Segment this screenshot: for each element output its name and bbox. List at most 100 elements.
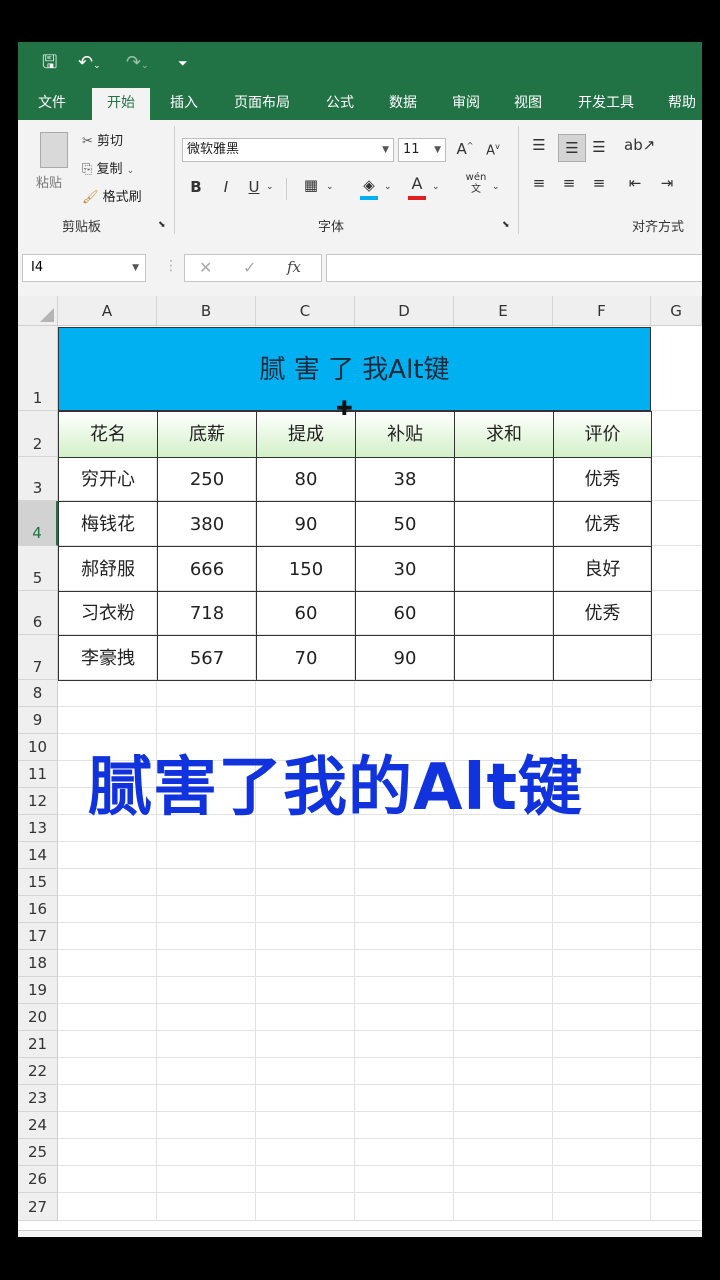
data-cell[interactable]: 良好 [553, 546, 652, 592]
data-cell[interactable]: 90 [256, 501, 356, 547]
title-cell[interactable]: 腻 害 了 我Alt键 [58, 327, 651, 411]
fill-color-icon[interactable]: ◈ [358, 176, 380, 200]
tab-help[interactable]: 帮助 [658, 86, 702, 120]
row-header-14[interactable]: 14 [18, 842, 58, 869]
tab-page-layout[interactable]: 页面布局 [224, 86, 300, 120]
format-painter-button[interactable]: 🖌 格式刷 [82, 186, 142, 205]
row-header-17[interactable]: 17 [18, 923, 58, 950]
column-header-e[interactable]: E [454, 296, 553, 326]
row-header-5[interactable]: 5 [18, 546, 58, 591]
data-cell[interactable]: 优秀 [553, 501, 652, 547]
tab-home[interactable]: 开始 [92, 88, 150, 120]
data-cell[interactable]: 80 [256, 457, 356, 502]
tab-review[interactable]: 审阅 [440, 86, 492, 120]
row-header-15[interactable]: 15 [18, 869, 58, 896]
data-cell[interactable]: 380 [157, 501, 257, 547]
resize-handle[interactable]: ⋮ [164, 258, 178, 274]
save-icon[interactable]: 🖫 [42, 50, 57, 76]
row-header-4[interactable]: 4 [18, 501, 58, 546]
data-cell[interactable]: 60 [256, 591, 356, 636]
row-header-12[interactable]: 12 [18, 788, 58, 815]
column-header-d[interactable]: D [355, 296, 454, 326]
align-right-icon[interactable]: ≡ [588, 174, 610, 192]
row-header-23[interactable]: 23 [18, 1085, 58, 1112]
copy-button[interactable]: ⎘ 复制 ⌄ [82, 158, 134, 177]
tab-formulas[interactable]: 公式 [314, 86, 366, 120]
name-box[interactable]: I4 ▼ [22, 254, 146, 282]
underline-button[interactable]: U [244, 178, 264, 196]
data-cell[interactable]: 250 [157, 457, 257, 502]
font-name-combo[interactable]: 微软雅黑 ▼ [182, 138, 394, 162]
row-header-22[interactable]: 22 [18, 1058, 58, 1085]
data-cell[interactable] [454, 546, 554, 592]
row-header-1[interactable]: 1 [18, 326, 58, 411]
decrease-font-icon[interactable]: Av [482, 142, 504, 158]
row-header-16[interactable]: 16 [18, 896, 58, 923]
tab-view[interactable]: 视图 [502, 86, 554, 120]
insert-function-icon[interactable]: fx [287, 258, 301, 276]
align-bottom-icon[interactable]: ☰ [588, 138, 610, 156]
data-cell[interactable]: 习衣粉 [58, 591, 158, 636]
data-cell[interactable]: 567 [157, 635, 257, 681]
undo-icon[interactable]: ↶⌄ [78, 50, 101, 79]
align-top-icon[interactable]: ☰ [528, 136, 550, 154]
customize-icon[interactable]: ⏷ [178, 50, 188, 76]
align-center-icon[interactable]: ≡ [558, 174, 580, 192]
chevron-down-icon[interactable]: ⌄ [492, 182, 500, 192]
tab-developer[interactable]: 开发工具 [568, 86, 644, 120]
row-header-9[interactable]: 9 [18, 707, 58, 734]
data-cell[interactable]: 梅钱花 [58, 501, 158, 547]
paste-button[interactable] [34, 130, 74, 170]
row-header-2[interactable]: 2 [18, 411, 58, 457]
row-header-7[interactable]: 7 [18, 635, 58, 680]
data-cell[interactable]: 李豪拽 [58, 635, 158, 681]
chevron-down-icon[interactable]: ⌄ [384, 182, 392, 192]
dialog-launcher-icon[interactable]: ⬊ [502, 220, 510, 230]
data-cell[interactable] [553, 635, 652, 681]
data-cell[interactable]: 718 [157, 591, 257, 636]
data-cell[interactable]: 优秀 [553, 457, 652, 502]
row-header-11[interactable]: 11 [18, 761, 58, 788]
data-cell[interactable] [454, 635, 554, 681]
data-cell[interactable]: 30 [355, 546, 455, 592]
row-header-3[interactable]: 3 [18, 457, 58, 501]
dialog-launcher-icon[interactable]: ⬊ [158, 220, 166, 230]
row-header-13[interactable]: 13 [18, 815, 58, 842]
data-cell[interactable]: 70 [256, 635, 356, 681]
data-cell[interactable]: 90 [355, 635, 455, 681]
header-cell[interactable]: 求和 [454, 411, 554, 458]
orientation-icon[interactable]: ab↗ [624, 136, 655, 154]
tab-file[interactable]: 文件 [24, 86, 80, 120]
data-cell[interactable]: 穷开心 [58, 457, 158, 502]
data-cell[interactable]: 50 [355, 501, 455, 547]
italic-button[interactable]: I [216, 178, 236, 196]
border-icon[interactable]: ▦ [300, 176, 322, 194]
column-header-g[interactable]: G [651, 296, 702, 326]
select-all-corner[interactable] [18, 296, 58, 326]
column-header-b[interactable]: B [157, 296, 256, 326]
row-header-20[interactable]: 20 [18, 1004, 58, 1031]
column-header-a[interactable]: A [58, 296, 157, 326]
data-cell[interactable]: 郝舒服 [58, 546, 158, 592]
data-cell[interactable]: 优秀 [553, 591, 652, 636]
header-cell[interactable]: 补贴 [355, 411, 455, 458]
row-header-19[interactable]: 19 [18, 977, 58, 1004]
row-header-6[interactable]: 6 [18, 591, 58, 635]
column-header-c[interactable]: C [256, 296, 355, 326]
data-cell[interactable]: 60 [355, 591, 455, 636]
row-header-26[interactable]: 26 [18, 1166, 58, 1193]
row-header-27[interactable]: 27 [18, 1193, 58, 1221]
tab-insert[interactable]: 插入 [158, 86, 210, 120]
data-cell[interactable]: 38 [355, 457, 455, 502]
row-header-21[interactable]: 21 [18, 1031, 58, 1058]
enter-icon[interactable]: ✓ [243, 258, 256, 277]
row-header-18[interactable]: 18 [18, 950, 58, 977]
header-cell[interactable]: 底薪 [157, 411, 257, 458]
increase-indent-icon[interactable]: ⇥ [656, 174, 678, 192]
row-header-25[interactable]: 25 [18, 1139, 58, 1166]
align-left-icon[interactable]: ≡ [528, 174, 550, 192]
chevron-down-icon[interactable]: ▼ [132, 255, 139, 281]
bold-button[interactable]: B [186, 178, 206, 196]
chevron-down-icon[interactable]: ⌄ [266, 182, 274, 192]
chevron-down-icon[interactable]: ⌄ [326, 182, 334, 192]
